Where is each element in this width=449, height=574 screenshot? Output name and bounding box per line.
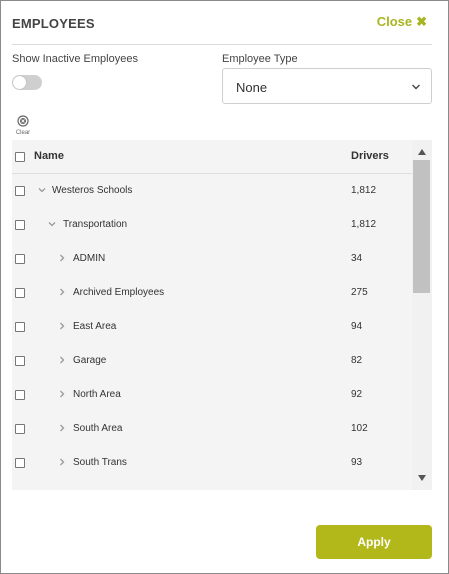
table-row[interactable]: Westeros Schools 1,812 [12,174,412,208]
header-divider [12,44,432,45]
table-row[interactable]: East Area 94 [12,310,412,344]
chevron-right-icon[interactable] [58,322,66,330]
chevron-down-icon[interactable] [48,220,56,228]
table-row[interactable]: North Area 92 [12,378,412,412]
table-row[interactable]: ADMIN 34 [12,242,412,276]
select-all-checkbox[interactable] [15,152,25,162]
row-name: South Area [73,423,123,434]
row-drivers: 93 [351,457,363,468]
chevron-right-icon[interactable] [58,390,66,398]
row-checkbox[interactable] [15,458,25,468]
row-drivers: 1,812 [351,219,377,230]
row-checkbox[interactable] [15,288,25,298]
employees-table: Name Drivers Westeros Schools 1,812 Transp… [12,140,432,490]
chevron-right-icon[interactable] [58,356,66,364]
row-drivers: 1,812 [351,185,377,196]
row-checkbox[interactable] [15,220,25,230]
column-header-drivers[interactable]: Drivers [351,150,389,162]
row-checkbox[interactable] [15,254,25,264]
row-drivers: 34 [351,253,363,264]
toggle-knob [13,76,26,89]
table-row[interactable]: South Area 102 [12,412,412,446]
table-row[interactable]: South Trans 93 [12,446,412,480]
chevron-down-icon [412,84,420,90]
employees-panel: EMPLOYEES Close ✖ Show Inactive Employee… [0,0,449,574]
table-row[interactable]: Archived Employees 275 [12,276,412,310]
show-inactive-label: Show Inactive Employees [12,53,138,65]
clear-circle-icon [17,115,29,127]
panel-header: EMPLOYEES Close ✖ [1,1,448,45]
table-row[interactable]: Transportation 1,812 [12,208,412,242]
row-checkbox[interactable] [15,390,25,400]
row-drivers: 82 [351,355,363,366]
clear-label: Clear [15,130,31,136]
close-button[interactable]: Close ✖ [377,14,427,29]
row-name: East Area [73,321,117,332]
row-checkbox[interactable] [15,356,25,366]
row-name: ADMIN [73,253,106,264]
row-drivers: 275 [351,287,368,298]
employee-type-select[interactable]: None [222,68,432,104]
clear-button[interactable]: Clear [12,115,34,139]
row-drivers: 92 [351,389,363,400]
apply-button[interactable]: Apply [316,525,432,559]
scroll-down-arrow-icon[interactable] [417,474,427,482]
close-x-icon: ✖ [416,14,427,29]
row-drivers: 102 [351,423,368,434]
employee-type-value: None [236,80,268,95]
row-name: Transportation [63,219,128,230]
row-checkbox[interactable] [15,186,25,196]
chevron-right-icon[interactable] [58,424,66,432]
close-label: Close [376,14,413,29]
chevron-right-icon[interactable] [58,254,66,262]
row-name: Archived Employees [73,287,165,298]
chevron-right-icon[interactable] [58,458,66,466]
show-inactive-toggle[interactable] [12,75,42,90]
row-checkbox[interactable] [15,322,25,332]
row-checkbox[interactable] [15,424,25,434]
scrollbar-thumb[interactable] [413,160,430,293]
chevron-down-icon[interactable] [38,186,46,194]
row-name: North Area [73,389,121,400]
panel-title: EMPLOYEES [12,16,95,31]
table-row[interactable]: Garage 82 [12,344,412,378]
row-name: South Trans [73,457,127,468]
table-header: Name Drivers [12,140,412,174]
chevron-right-icon[interactable] [58,288,66,296]
scroll-up-arrow-icon[interactable] [417,148,427,156]
table-scrollbar[interactable] [412,140,432,490]
row-name: Westeros Schools [52,185,133,196]
row-name: Garage [73,355,107,366]
column-header-name[interactable]: Name [34,150,64,162]
row-drivers: 94 [351,321,363,332]
employee-type-label: Employee Type [222,53,298,65]
